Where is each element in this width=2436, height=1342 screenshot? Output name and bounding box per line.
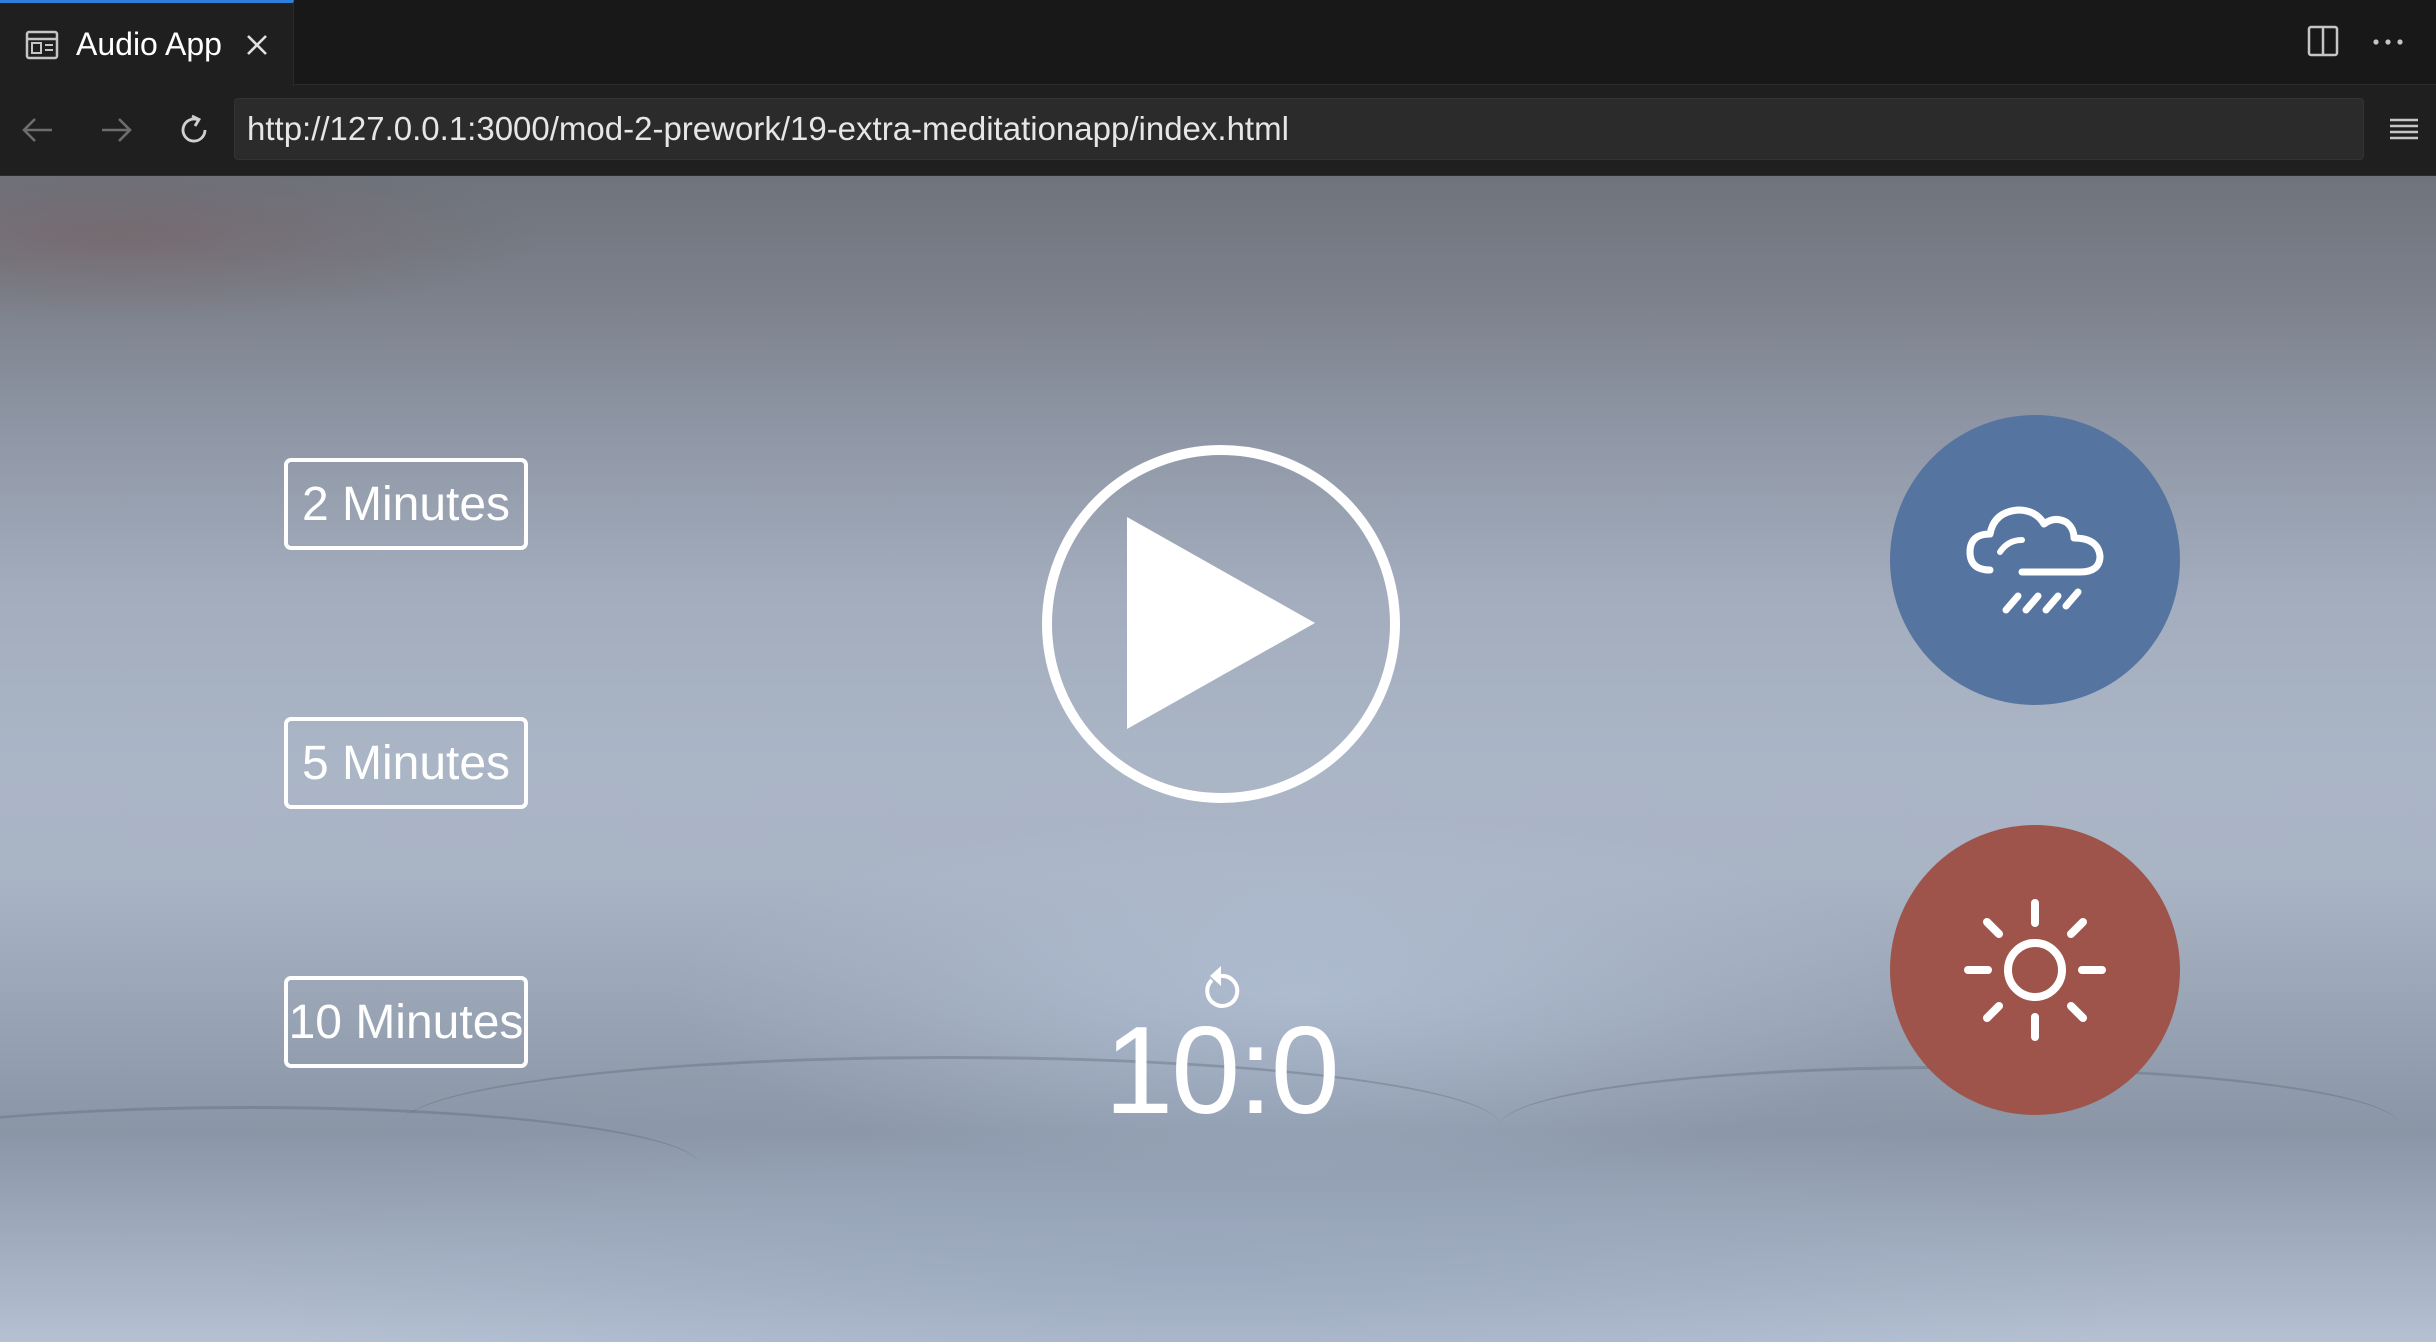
rain-sound-button[interactable]	[1890, 415, 2180, 705]
tab-actions	[2306, 24, 2406, 58]
preview-icon	[25, 30, 59, 59]
sun-sound-button[interactable]	[1890, 825, 2180, 1115]
arrow-left-icon	[22, 118, 52, 142]
play-icon[interactable]	[1039, 442, 1403, 806]
sun-icon	[1964, 899, 2106, 1041]
rain-cloud-icon	[1966, 506, 2104, 614]
arrow-right-icon	[102, 118, 132, 142]
timer-display: 10:0	[1104, 1002, 1339, 1140]
back-button[interactable]	[16, 108, 60, 152]
url-text: http://127.0.0.1:3000/mod-2-prework/19-e…	[247, 110, 1289, 147]
navigation-bar: http://127.0.0.1:3000/mod-2-prework/19-e…	[0, 86, 2436, 176]
reload-icon	[181, 114, 207, 143]
hamburger-menu-icon[interactable]	[2384, 110, 2424, 150]
duration-5-minutes-button[interactable]: 5 Minutes	[284, 717, 528, 809]
forward-button[interactable]	[94, 108, 138, 152]
tab-bar: Audio App	[0, 0, 2436, 86]
close-icon[interactable]	[243, 31, 271, 59]
split-editor-icon[interactable]	[2306, 24, 2340, 58]
duration-10-minutes-button[interactable]: 10 Minutes	[284, 976, 528, 1068]
tab-title: Audio App	[76, 26, 222, 62]
duration-2-minutes-button[interactable]: 2 Minutes	[284, 458, 528, 550]
page-viewport: 2 Minutes 5 Minutes 10 Minutes 10:0	[0, 176, 2436, 1342]
tab-audio-app[interactable]: Audio App	[0, 0, 294, 86]
more-actions-icon[interactable]	[2370, 24, 2406, 58]
reload-button[interactable]	[172, 108, 216, 152]
url-input[interactable]: http://127.0.0.1:3000/mod-2-prework/19-e…	[234, 98, 2364, 160]
